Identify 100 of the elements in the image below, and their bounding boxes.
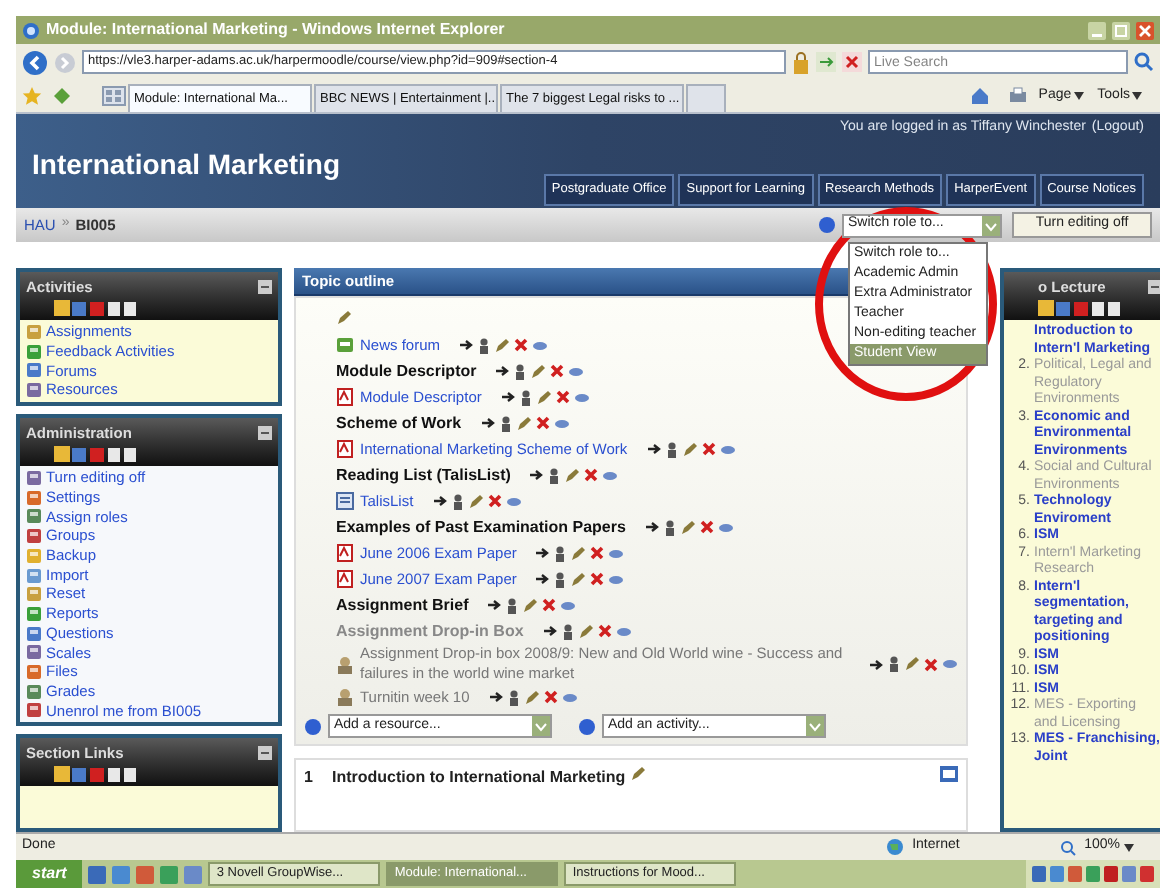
- pencil-icon[interactable]: [467, 493, 484, 509]
- collapse-icon[interactable]: [258, 426, 272, 441]
- help-icon: [304, 717, 322, 735]
- section-label: Scheme of Work: [336, 411, 462, 435]
- assignment-icon: [336, 688, 354, 706]
- pencil-icon[interactable]: [679, 519, 696, 535]
- section-label: Assignment Brief: [336, 593, 469, 617]
- site-title: International Marketing: [32, 145, 341, 184]
- pencil-icon[interactable]: [564, 467, 581, 483]
- move-right-icon[interactable]: [645, 520, 660, 534]
- section-number: 1: [304, 766, 315, 790]
- person-icon[interactable]: [888, 656, 900, 672]
- move-right-icon[interactable]: [481, 416, 496, 430]
- delete-icon[interactable]: [514, 338, 529, 352]
- move-right-icon[interactable]: [536, 572, 551, 586]
- eye-icon[interactable]: [719, 443, 736, 455]
- delete-icon[interactable]: [924, 657, 938, 671]
- collapse-icon[interactable]: [258, 746, 272, 761]
- eye-icon[interactable]: [942, 658, 958, 670]
- move-right-icon[interactable]: [489, 690, 504, 704]
- section-label: Reading List (TalisList): [336, 463, 511, 487]
- pencil-icon[interactable]: [904, 656, 920, 672]
- person-icon[interactable]: [514, 363, 527, 379]
- forum-icon: [336, 336, 354, 354]
- section-label: Examples of Past Examination Papers: [336, 515, 626, 539]
- pdf-file-icon: [336, 440, 354, 458]
- assignment-icon: [336, 655, 354, 673]
- eye-icon[interactable]: [717, 521, 734, 533]
- back-icon[interactable]: [22, 49, 48, 75]
- delete-icon[interactable]: [542, 598, 557, 612]
- move-right-icon[interactable]: [647, 442, 662, 456]
- eye-icon[interactable]: [560, 599, 577, 611]
- delete-icon[interactable]: [487, 494, 502, 508]
- item-icon: [26, 382, 42, 399]
- close-icon: [1136, 21, 1154, 39]
- quick-tabs-icon[interactable]: [102, 86, 126, 106]
- help-icon: [578, 717, 596, 735]
- move-right-icon[interactable]: [530, 468, 545, 482]
- person-icon[interactable]: [561, 623, 574, 639]
- delete-icon[interactable]: [584, 468, 599, 482]
- pencil-icon[interactable]: [681, 441, 698, 457]
- delete-icon[interactable]: [597, 624, 612, 638]
- delete-icon[interactable]: [590, 546, 605, 560]
- add-favorite-icon[interactable]: [52, 86, 72, 106]
- block-controls-icon: [54, 300, 138, 317]
- pencil-icon[interactable]: [336, 310, 352, 326]
- block-controls-icon: [54, 766, 138, 783]
- pencil-icon[interactable]: [494, 337, 511, 353]
- print-icon[interactable]: [1008, 86, 1029, 106]
- person-icon[interactable]: [506, 597, 519, 613]
- delete-icon[interactable]: [555, 390, 570, 404]
- home-icon[interactable]: [970, 86, 991, 106]
- move-right-icon[interactable]: [870, 657, 884, 671]
- delete-icon[interactable]: [701, 442, 716, 456]
- move-right-icon[interactable]: [543, 624, 558, 638]
- pencil-icon[interactable]: [629, 766, 646, 782]
- refresh-icon[interactable]: [816, 52, 836, 72]
- zoom-icon[interactable]: [1060, 839, 1077, 855]
- move-right-icon[interactable]: [460, 338, 475, 352]
- move-right-icon[interactable]: [496, 364, 511, 378]
- section-label: Introduction to International Marketing: [332, 766, 626, 790]
- person-icon[interactable]: [478, 337, 491, 353]
- eye-icon[interactable]: [561, 691, 578, 703]
- person-icon[interactable]: [451, 493, 464, 509]
- delete-icon[interactable]: [699, 520, 714, 534]
- delete-icon[interactable]: [535, 416, 550, 430]
- delete-icon[interactable]: [543, 690, 558, 704]
- delete-icon[interactable]: [590, 572, 605, 586]
- pencil-icon[interactable]: [523, 689, 540, 705]
- pencil-icon[interactable]: [577, 623, 594, 639]
- person-icon[interactable]: [519, 389, 532, 405]
- person-icon[interactable]: [499, 415, 512, 431]
- eye-icon[interactable]: [532, 339, 549, 351]
- move-right-icon[interactable]: [536, 546, 551, 560]
- person-icon[interactable]: [548, 467, 561, 483]
- delete-icon[interactable]: [550, 364, 565, 378]
- search-icon[interactable]: [1134, 52, 1154, 72]
- pdf-file-icon: [336, 570, 354, 588]
- eye-icon[interactable]: [505, 495, 522, 507]
- stop-icon[interactable]: [842, 52, 862, 72]
- caret-icon: [1132, 91, 1142, 100]
- pencil-icon[interactable]: [522, 597, 539, 613]
- ie-logo-icon: [22, 21, 40, 39]
- move-right-icon[interactable]: [433, 494, 448, 508]
- person-icon[interactable]: [665, 441, 678, 457]
- help-icon: [818, 216, 836, 234]
- person-icon[interactable]: [554, 571, 567, 587]
- window-title: Module: International Marketing - Windows Internet Explorer: [46, 18, 505, 42]
- collapse-icon[interactable]: [940, 766, 958, 782]
- pdf-file-icon: [336, 544, 354, 562]
- caret-icon: [1124, 843, 1134, 851]
- collapse-icon[interactable]: [258, 280, 272, 295]
- eye-icon[interactable]: [602, 469, 619, 481]
- move-right-icon[interactable]: [501, 390, 516, 404]
- eye-icon[interactable]: [615, 625, 632, 637]
- move-right-icon[interactable]: [488, 598, 503, 612]
- person-icon[interactable]: [554, 545, 567, 561]
- person-icon[interactable]: [663, 519, 676, 535]
- person-icon[interactable]: [507, 689, 520, 705]
- collapse-icon[interactable]: [1148, 280, 1160, 295]
